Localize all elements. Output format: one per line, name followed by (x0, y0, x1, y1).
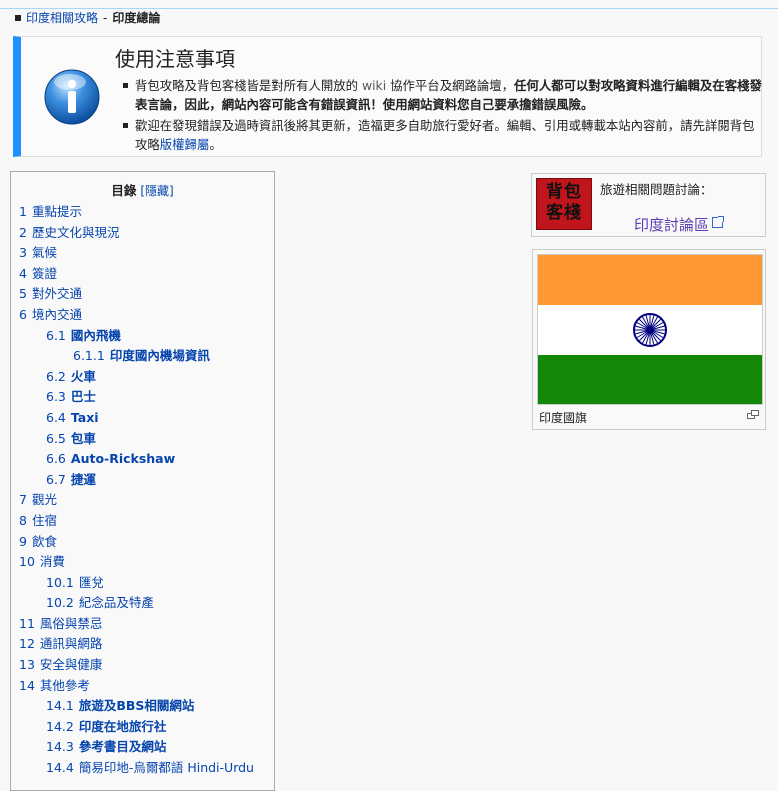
flag-thumbnail: 印度國旗 (532, 249, 766, 430)
toc-item[interactable]: 12 通訊與網路 (19, 634, 254, 655)
toc-item[interactable]: 6.4 Taxi (19, 408, 254, 429)
backpackers-logo[interactable]: 背包 客棧 (536, 178, 592, 230)
toc-item[interactable]: 7 觀光 (19, 490, 254, 511)
notice-item: 背包攻略及背包客棧皆是對所有人開放的 wiki 協作平台及網路論壇，任何人都可以… (123, 76, 763, 114)
toc-item[interactable]: 14.4 簡易印地-烏爾都語 Hindi-Urdu (19, 758, 254, 779)
toc-item[interactable]: 4 簽證 (19, 264, 254, 285)
notice-list: 背包攻略及背包客棧皆是對所有人開放的 wiki 協作平台及網路論壇，任何人都可以… (123, 76, 763, 156)
breadcrumb: 印度相關攻略 - 印度總論 (15, 9, 160, 26)
toc-item[interactable]: 5 對外交通 (19, 284, 254, 305)
enlarge-icon[interactable] (747, 410, 759, 419)
toc-title: 目錄 [隱藏] (111, 183, 174, 198)
copyright-link[interactable]: 版權歸屬 (160, 137, 210, 152)
table-of-contents: 目錄 [隱藏] 1 重點提示 2 歷史文化與現況 3 氣候 4 簽證 5 對外交通 6 境內交通 6.1… (10, 171, 275, 791)
toc-item[interactable]: 13 安全與健康 (19, 655, 254, 676)
top-border (0, 0, 778, 9)
toc-item[interactable]: 6.5 包車 (19, 429, 254, 450)
toc-item[interactable]: 10.1 匯兌 (19, 573, 254, 594)
toc-item[interactable]: 6.2 火車 (19, 367, 254, 388)
toc-item[interactable]: 3 氣候 (19, 243, 254, 264)
india-forum-link[interactable]: 印度討論區 (634, 214, 725, 235)
india-flag-image[interactable] (537, 254, 763, 405)
notice-title: 使用注意事項 (115, 47, 235, 71)
toc-item[interactable]: 1 重點提示 (19, 202, 254, 223)
toc-item[interactable]: 10 消費 (19, 552, 254, 573)
toc-item[interactable]: 14.2 印度在地旅行社 (19, 717, 254, 738)
toc-list: 1 重點提示 2 歷史文化與現況 3 氣候 4 簽證 5 對外交通 6 境內交通 6.1 國內飛機 6.1.… (19, 202, 254, 779)
discussion-label: 旅遊相關問題討論： (600, 182, 713, 197)
toc-item[interactable]: 6 境內交通 (19, 305, 254, 326)
usage-notice-box: 使用注意事項 背包攻略及背包客棧皆是對所有人開放的 wiki 協作平台及網路論壇… (13, 36, 762, 157)
toc-item[interactable]: 6.1 國內飛機 (19, 326, 254, 347)
toc-item[interactable]: 11 風俗與禁忌 (19, 614, 254, 635)
flag-caption: 印度國旗 (539, 411, 588, 425)
toc-item[interactable]: 14.3 參考書目及網站 (19, 737, 254, 758)
toc-item[interactable]: 2 歷史文化與現況 (19, 223, 254, 244)
toc-item[interactable]: 14 其他參考 (19, 676, 254, 697)
toc-hide-toggle[interactable]: [隱藏] (140, 184, 173, 198)
toc-item[interactable]: 10.2 紀念品及特產 (19, 593, 254, 614)
breadcrumb-separator: - (103, 11, 108, 25)
toc-item[interactable]: 6.7 捷運 (19, 470, 254, 491)
toc-item[interactable]: 6.1.1 印度國內機場資訊 (19, 346, 254, 367)
toc-item[interactable]: 6.6 Auto-Rickshaw (19, 449, 254, 470)
bullet-icon (123, 83, 128, 88)
bullet-icon (15, 14, 21, 21)
ashoka-chakra-icon (633, 313, 667, 347)
breadcrumb-parent-link[interactable]: 印度相關攻略 (26, 11, 98, 25)
toc-item[interactable]: 6.3 巴士 (19, 387, 254, 408)
toc-item[interactable]: 8 住宿 (19, 511, 254, 532)
notice-item: 歡迎在發現錯誤及過時資訊後將其更新，造福更多自助旅行愛好者。編輯、引用或轉載本站… (123, 116, 763, 154)
discussion-box: 背包 客棧 旅遊相關問題討論： 印度討論區 (531, 173, 766, 237)
toc-item[interactable]: 9 飲食 (19, 532, 254, 553)
external-link-icon (712, 216, 725, 228)
info-icon (44, 69, 100, 125)
toc-item[interactable]: 14.1 旅遊及BBS相關網站 (19, 696, 254, 717)
bullet-icon (123, 123, 128, 128)
breadcrumb-current: 印度總論 (112, 11, 161, 25)
